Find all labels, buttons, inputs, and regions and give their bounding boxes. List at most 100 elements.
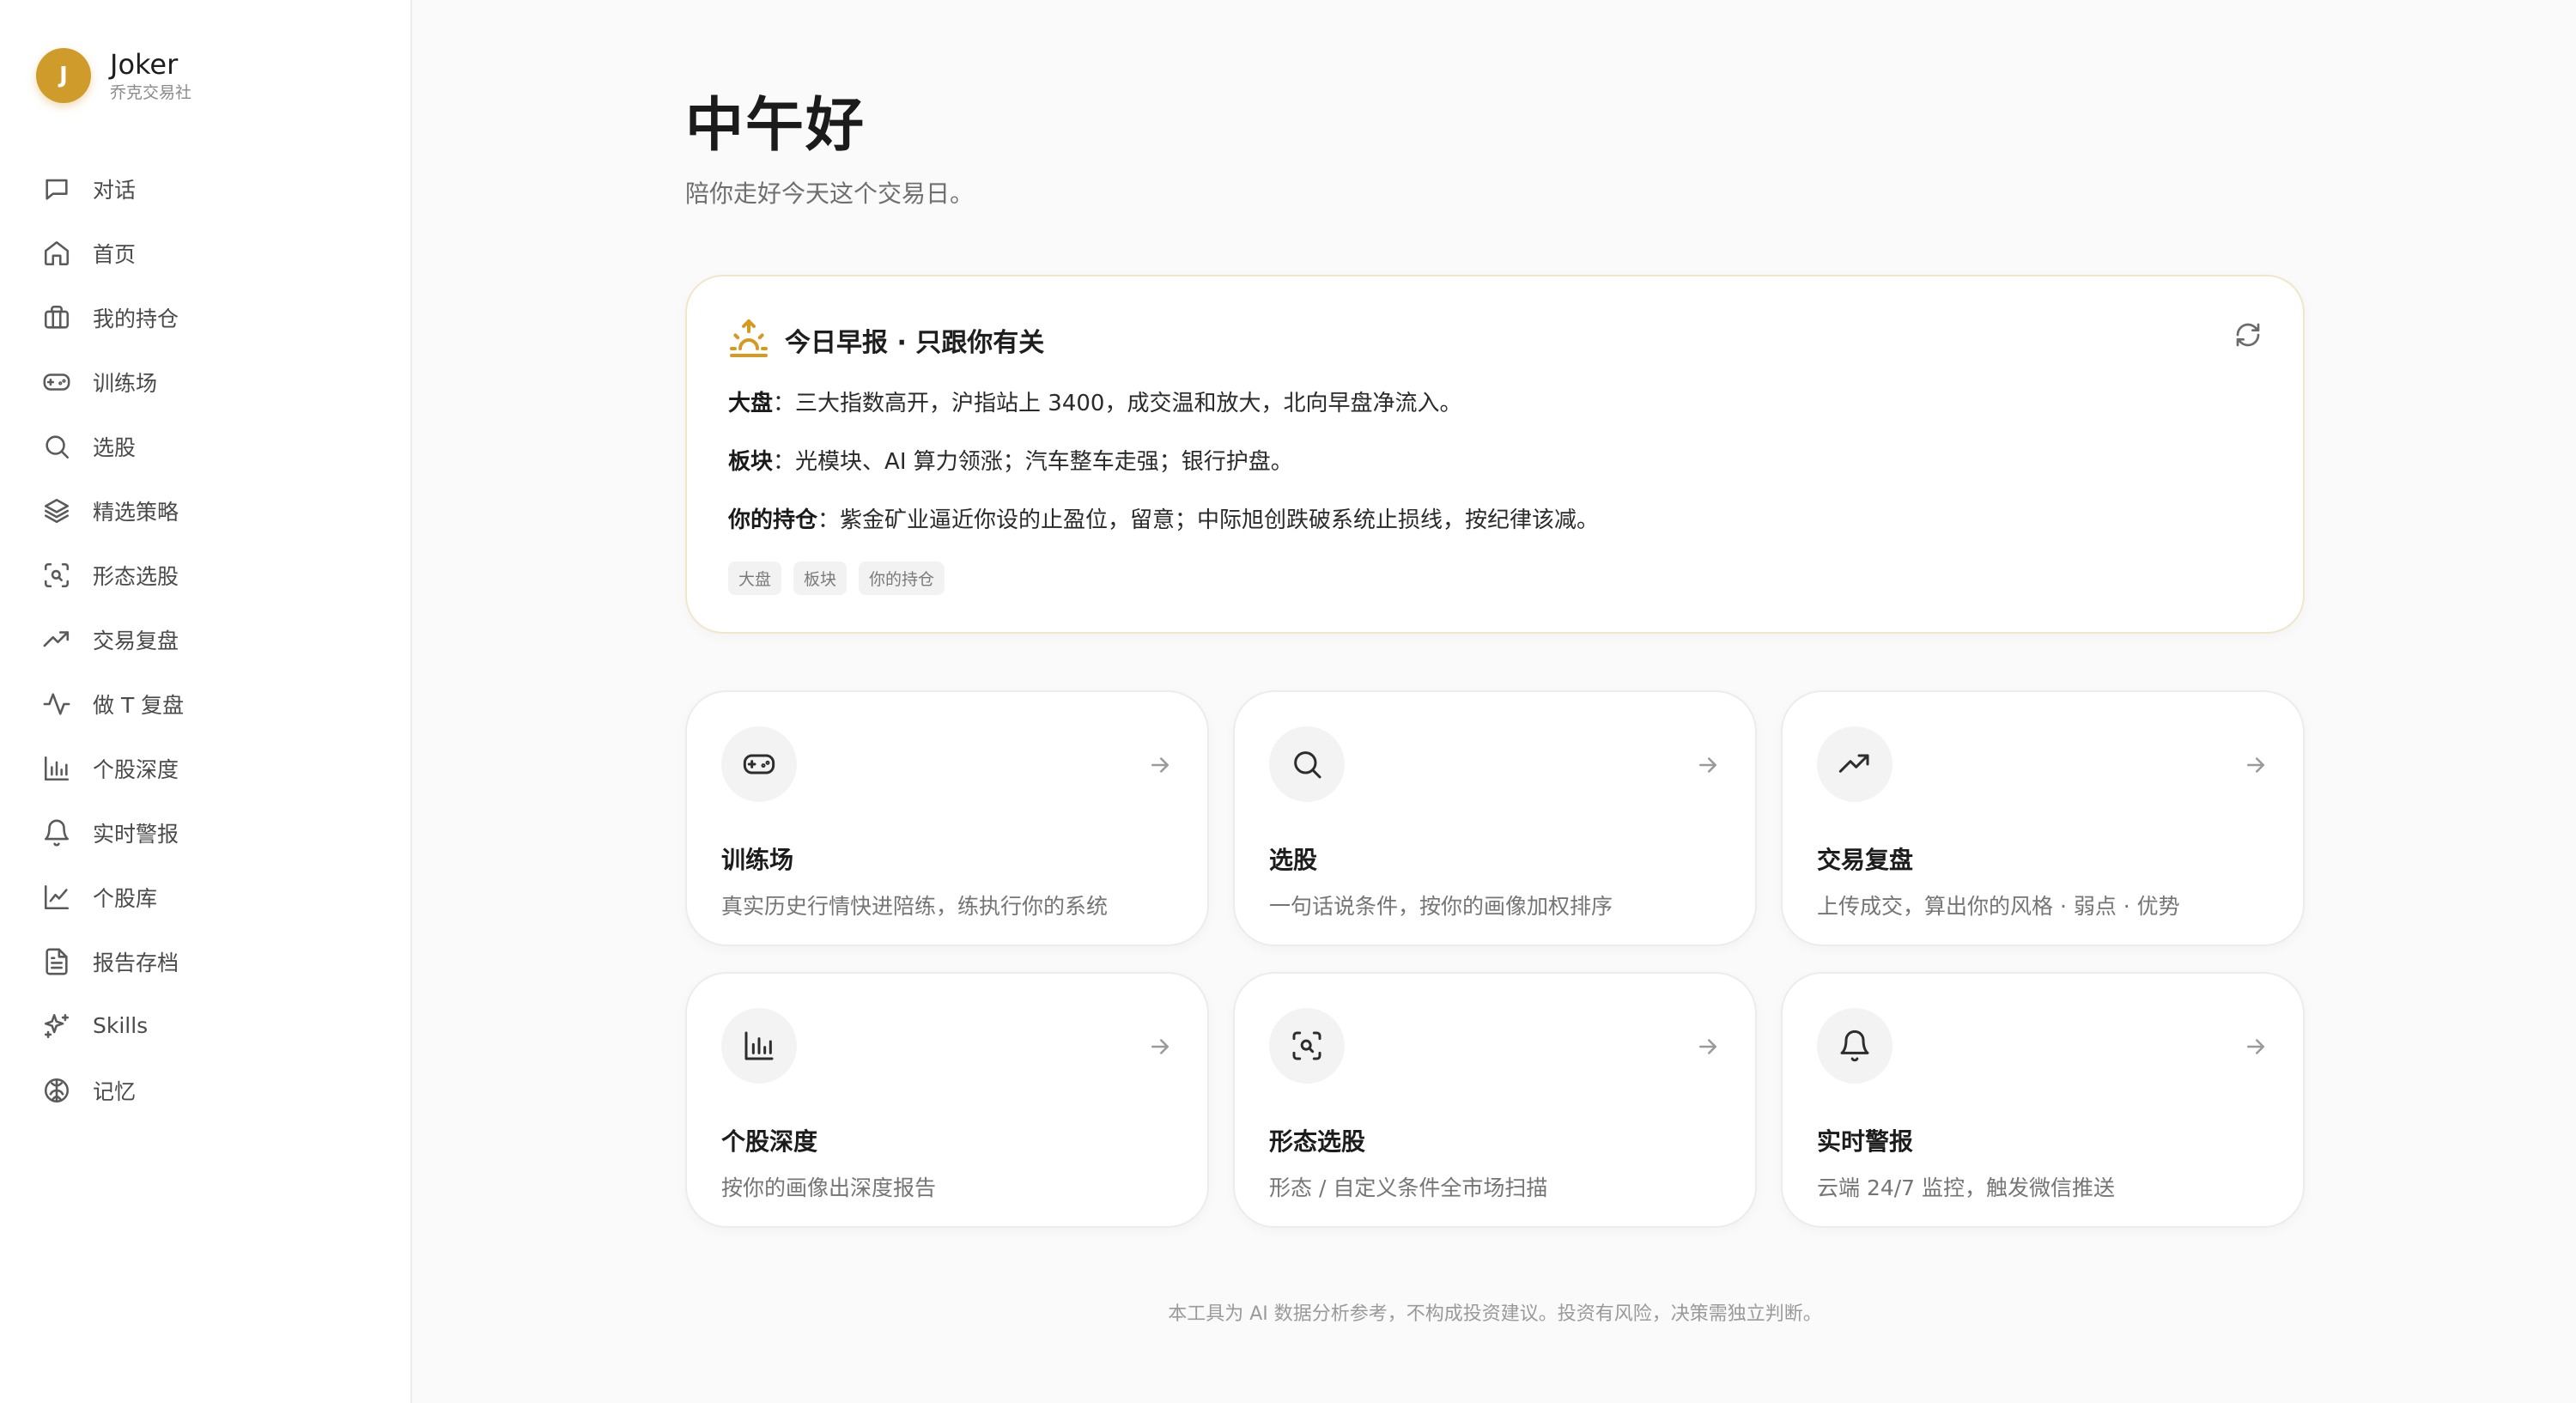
sidebar-item-stock-depth[interactable]: 个股深度	[0, 736, 410, 800]
brand-name: Joker	[110, 48, 179, 81]
tag-sectors[interactable]: 板块	[793, 562, 848, 595]
sidebar-item-label: Skills	[93, 1013, 149, 1038]
sidebar-item-reports[interactable]: 报告存档	[0, 929, 410, 993]
card-description: 按你的画像出深度报告	[721, 1175, 937, 1200]
scan-search-icon	[41, 560, 72, 591]
gamepad-icon	[41, 367, 72, 398]
feature-card-pattern[interactable]: 形态选股 形态 / 自定义条件全市场扫描	[1233, 972, 1757, 1228]
sidebar-item-trade-review[interactable]: 交易复盘	[0, 607, 410, 671]
feature-card-alerts[interactable]: 实时警报 云端 24/7 监控，触发微信推送	[1781, 972, 2305, 1228]
brand[interactable]: J Joker 乔克交易社	[0, 48, 410, 103]
brief-line-text: 光模块、AI 算力领涨；汽车整车走强；银行护盘。	[795, 449, 1293, 475]
briefcase-icon	[41, 302, 72, 333]
feature-card-screener[interactable]: 选股 一句话说条件，按你的画像加权排序	[1233, 690, 1757, 946]
sunrise-icon	[728, 318, 769, 362]
brief-line-label: 大盘	[728, 391, 774, 416]
card-title: 训练场	[721, 846, 794, 874]
sidebar-item-label: 对话	[93, 177, 137, 203]
sidebar-item-holdings[interactable]: 我的持仓	[0, 285, 410, 349]
file-text-icon	[41, 946, 72, 977]
card-title: 形态选股	[1269, 1127, 1366, 1156]
sparkles-icon	[41, 1011, 72, 1042]
line-chart-icon	[41, 882, 72, 913]
sidebar-item-t-review[interactable]: 做 T 复盘	[0, 671, 410, 736]
sidebar-item-label: 做 T 复盘	[93, 692, 185, 718]
sidebar-item-label: 首页	[93, 241, 137, 267]
bar-chart-icon	[41, 753, 72, 784]
card-title: 交易复盘	[1817, 846, 1914, 874]
gamepad-icon	[721, 726, 797, 802]
sidebar-item-skills[interactable]: Skills	[0, 993, 410, 1058]
layers-icon	[41, 495, 72, 526]
sidebar-item-label: 形态选股	[93, 563, 179, 589]
morning-brief-card: 今日早报 · 只跟你有关 大盘：三大指数高开，沪指站上 3400，成交温和放大，…	[685, 275, 2305, 634]
bar-chart-icon	[721, 1008, 797, 1084]
page-title: 中午好	[685, 92, 866, 160]
sidebar-item-label: 我的持仓	[93, 306, 179, 331]
brief-line-market: 大盘：三大指数高开，沪指站上 3400，成交温和放大，北向早盘净流入。	[728, 386, 2262, 421]
brief-line-separator: ：	[817, 507, 841, 533]
feature-card-trade-review[interactable]: 交易复盘 上传成交，算出你的风格 · 弱点 · 优势	[1781, 690, 2305, 946]
sidebar-item-stock-library[interactable]: 个股库	[0, 865, 410, 929]
tag-market[interactable]: 大盘	[728, 562, 782, 595]
card-title: 实时警报	[1817, 1127, 1914, 1156]
brief-line-separator: ：	[773, 391, 796, 416]
disclaimer: 本工具为 AI 数据分析参考，不构成投资建议。投资有风险，决策需独立判断。	[1168, 1303, 1822, 1325]
brief-line-label: 你的持仓	[728, 507, 818, 533]
arrow-right-icon	[2243, 752, 2269, 778]
home-icon	[41, 238, 72, 269]
card-description: 一句话说条件，按你的画像加权排序	[1269, 894, 1613, 919]
chat-icon	[41, 173, 72, 204]
arrow-right-icon	[1695, 1034, 1721, 1060]
brief-tags: 大盘 板块 你的持仓	[728, 562, 2262, 595]
tag-holdings[interactable]: 你的持仓	[859, 562, 945, 595]
brain-icon	[41, 1075, 72, 1106]
brief-line-holdings: 你的持仓：紫金矿业逼近你设的止盈位，留意；中际旭创跌破系统止损线，按纪律该减。	[728, 503, 2262, 538]
activity-icon	[41, 689, 72, 720]
sidebar-item-home[interactable]: 首页	[0, 221, 410, 285]
brief-title: 今日早报 · 只跟你有关	[785, 328, 1045, 358]
sidebar-item-label: 训练场	[93, 370, 158, 396]
card-description: 云端 24/7 监控，触发微信推送	[1817, 1175, 2116, 1200]
avatar[interactable]: J	[36, 48, 91, 103]
sidebar-item-label: 报告存档	[93, 950, 179, 975]
main-content: 中午好 陪你走好今天这个交易日。 今日早报 · 只跟你有关 大盘：三大指数高开，…	[412, 0, 2576, 1403]
card-description: 形态 / 自定义条件全市场扫描	[1269, 1175, 1548, 1200]
sidebar-item-pattern[interactable]: 形态选股	[0, 543, 410, 607]
sidebar-nav: 对话 首页 我的持仓 训练场 选股 精选策略 形态选股 交易复盘 做 T 复盘 …	[0, 156, 410, 1122]
search-icon	[41, 431, 72, 462]
trending-up-icon	[41, 624, 72, 655]
sidebar-item-strategies[interactable]: 精选策略	[0, 478, 410, 543]
trending-up-icon	[1817, 726, 1893, 802]
feature-card-training[interactable]: 训练场 真实历史行情快进陪练，练执行你的系统	[685, 690, 1209, 946]
bell-icon	[41, 817, 72, 848]
arrow-right-icon	[1147, 1034, 1173, 1060]
sidebar-item-chat[interactable]: 对话	[0, 156, 410, 221]
scan-search-icon	[1269, 1008, 1345, 1084]
refresh-icon[interactable]	[2234, 321, 2262, 349]
arrow-right-icon	[2243, 1034, 2269, 1060]
brief-line-text: 三大指数高开，沪指站上 3400，成交温和放大，北向早盘净流入。	[795, 391, 1462, 416]
sidebar-item-alerts[interactable]: 实时警报	[0, 800, 410, 865]
card-title: 个股深度	[721, 1127, 818, 1156]
sidebar-item-label: 记忆	[93, 1078, 137, 1104]
brief-line-sectors: 板块：光模块、AI 算力领涨；汽车整车走强；银行护盘。	[728, 445, 2262, 479]
sidebar-item-label: 选股	[93, 434, 137, 460]
brief-line-separator: ：	[773, 449, 796, 475]
card-description: 上传成交，算出你的风格 · 弱点 · 优势	[1817, 894, 2180, 919]
card-title: 选股	[1269, 846, 1318, 874]
sidebar-item-screener[interactable]: 选股	[0, 414, 410, 478]
sidebar: J Joker 乔克交易社 对话 首页 我的持仓 训练场 选股 精选策略 形态选…	[0, 0, 412, 1403]
brief-line-label: 板块	[728, 449, 774, 475]
sidebar-item-label: 个股库	[93, 885, 158, 911]
sidebar-item-label: 实时警报	[93, 821, 179, 847]
bell-icon	[1817, 1008, 1893, 1084]
sidebar-item-memory[interactable]: 记忆	[0, 1058, 410, 1122]
brand-subtitle: 乔克交易社	[110, 83, 192, 102]
search-icon	[1269, 726, 1345, 802]
feature-card-stock-depth[interactable]: 个股深度 按你的画像出深度报告	[685, 972, 1209, 1228]
page-subtitle: 陪你走好今天这个交易日。	[685, 179, 975, 208]
arrow-right-icon	[1695, 752, 1721, 778]
sidebar-item-label: 精选策略	[93, 499, 179, 525]
sidebar-item-training[interactable]: 训练场	[0, 349, 410, 414]
